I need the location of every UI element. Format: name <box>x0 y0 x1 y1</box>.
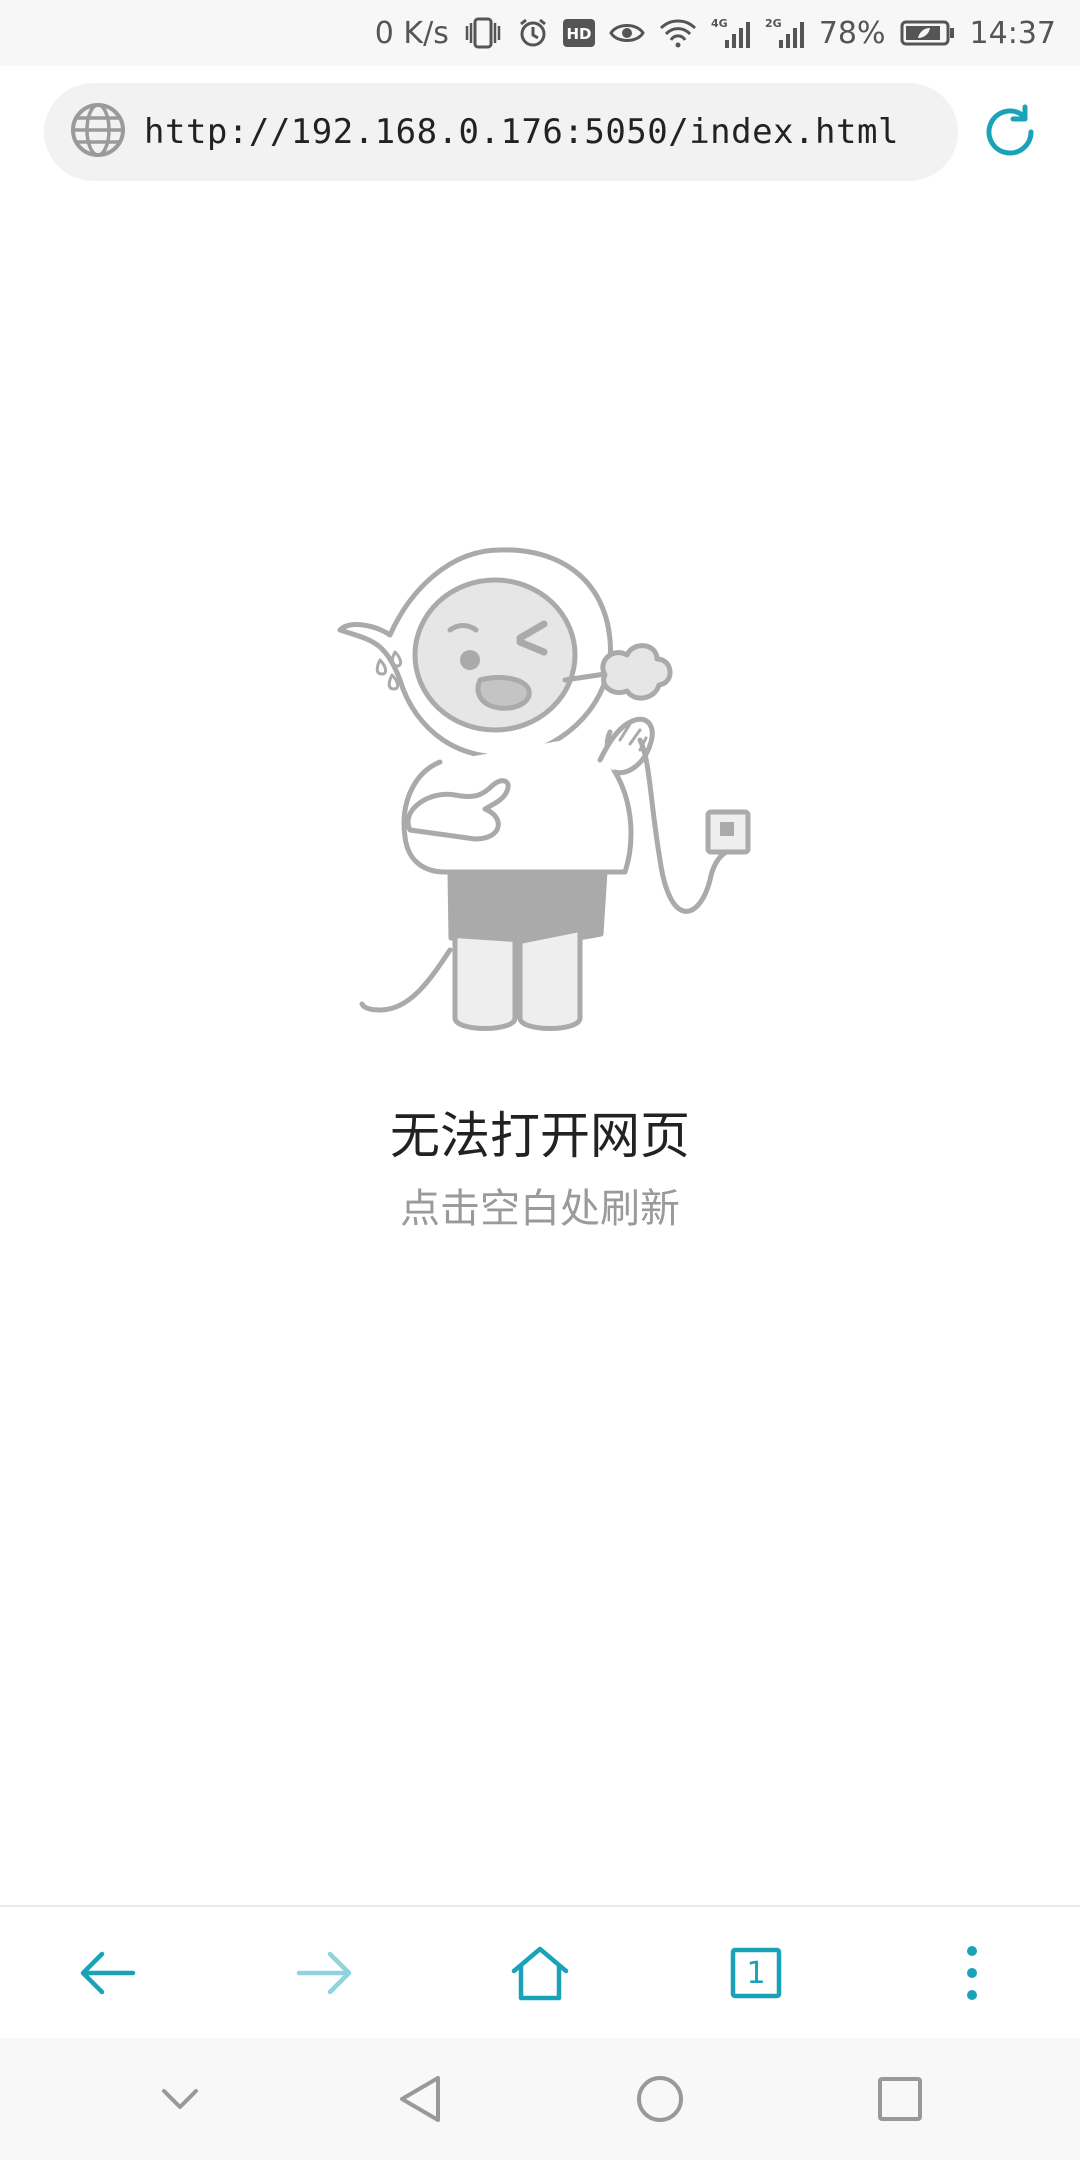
vibrate-icon <box>463 16 503 50</box>
back-triangle-icon <box>400 2076 440 2122</box>
globe-icon <box>70 102 126 162</box>
refresh-icon <box>986 104 1034 156</box>
status-time: 14:37 <box>969 15 1056 51</box>
eye-comfort-icon <box>609 20 645 46</box>
browser-toolbar: 1 <box>0 1905 1080 2039</box>
home-circle-icon <box>637 2076 683 2122</box>
wifi-icon <box>659 18 697 48</box>
unplugged-character-illustration <box>330 530 770 1050</box>
battery-icon <box>900 19 956 47</box>
error-refresh-hint[interactable]: 点击空白处刷新 <box>0 1176 1080 1234</box>
error-title: 无法打开网页 <box>390 1107 690 1165</box>
browser-screen: 0 K/s HD 4G 2G 78% 14:37 http://192.168.… <box>0 0 1080 2160</box>
system-home-button[interactable] <box>610 2049 710 2149</box>
hide-nav-button[interactable] <box>130 2049 230 2149</box>
tabs-count: 1 <box>746 1955 766 1991</box>
home-icon <box>511 1946 569 2001</box>
net-speed: 0 K/s <box>374 15 449 51</box>
status-bar: 0 K/s HD 4G 2G 78% 14:37 <box>0 0 1080 66</box>
url-text[interactable]: http://192.168.0.176:5050/index.html <box>144 112 899 152</box>
system-back-button[interactable] <box>370 2049 470 2149</box>
arrow-right-icon <box>296 1951 352 1995</box>
home-button[interactable] <box>490 1923 590 2023</box>
refresh-button[interactable] <box>976 98 1044 166</box>
url-field[interactable]: http://192.168.0.176:5050/index.html <box>44 83 958 181</box>
signal-4g-icon: 4G <box>711 16 751 50</box>
network-2g-label: 2G <box>765 17 782 30</box>
network-4g-label: 4G <box>711 17 728 30</box>
signal-2g-icon: 2G <box>765 16 805 50</box>
back-button[interactable] <box>58 1923 158 2023</box>
system-recents-button[interactable] <box>850 2049 950 2149</box>
system-navigation-bar <box>0 2038 1080 2160</box>
more-vertical-icon <box>967 1946 977 2000</box>
hd-icon: HD <box>562 19 595 47</box>
tabs-button[interactable]: 1 <box>706 1923 806 2023</box>
alarm-icon <box>517 17 549 49</box>
arrow-left-icon <box>80 1951 136 1995</box>
svg-text:HD: HD <box>566 25 591 43</box>
battery-percent: 78% <box>818 15 886 51</box>
recents-square-icon <box>878 2077 922 2121</box>
address-bar-row: http://192.168.0.176:5050/index.html <box>0 66 1080 200</box>
chevron-down-icon <box>162 2089 198 2109</box>
forward-button[interactable] <box>274 1923 374 2023</box>
menu-button[interactable] <box>922 1923 1022 2023</box>
